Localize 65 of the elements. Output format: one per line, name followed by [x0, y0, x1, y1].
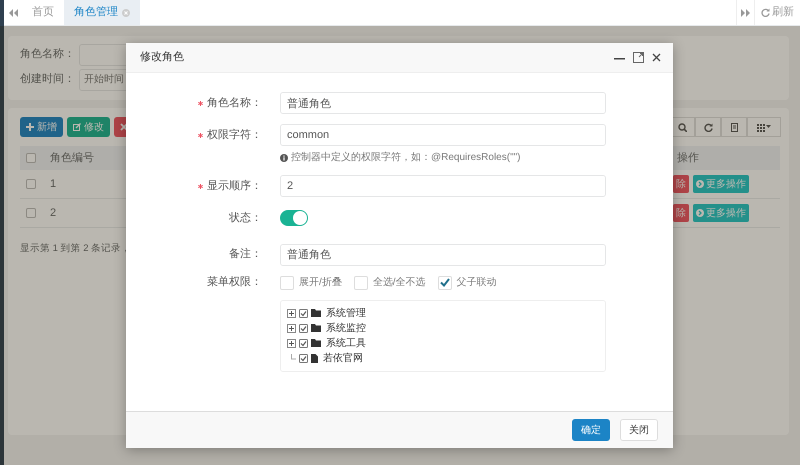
close-icon[interactable] [652, 53, 661, 62]
field-label: 菜单权限： [207, 275, 262, 290]
help-text: 控制器中定义的权限字符，如：@RequiresRoles("") [291, 150, 520, 165]
checkbox[interactable] [299, 338, 308, 348]
text-field[interactable]: 普通角色 [280, 244, 606, 266]
expand-icon[interactable] [287, 324, 296, 332]
refresh-button[interactable]: 刷新 [754, 0, 800, 25]
maximize-icon[interactable] [633, 52, 644, 63]
checkbox-label: 父子联动 [456, 276, 497, 290]
page-tab[interactable]: 首页 [22, 0, 64, 25]
caret-icon [766, 125, 772, 129]
scroll-left-icon[interactable] [8, 8, 18, 16]
field-label: 显示顺序： [207, 178, 262, 194]
checkbox[interactable] [299, 308, 308, 318]
plus-icon [26, 123, 34, 131]
checkbox-label: 全选/全不选 [372, 276, 426, 290]
column-header: 角色编号 [50, 152, 94, 164]
checkbox-label: 展开/折叠 [299, 276, 342, 290]
add-button[interactable]: 新增 [20, 117, 63, 137]
scroll-right-icon[interactable] [741, 8, 750, 16]
dialog-title: 修改角色 [140, 50, 184, 66]
expand-icon[interactable] [287, 308, 296, 318]
info-icon [280, 154, 288, 162]
checkmark-icon [440, 278, 450, 287]
refresh-icon[interactable] [704, 122, 712, 132]
text-field[interactable]: 普通角色 [280, 92, 606, 114]
field-label: 备注： [229, 246, 262, 262]
checkbox[interactable] [26, 208, 36, 218]
field-label: 角色名称： [207, 96, 262, 111]
delete-button[interactable]: 除 [673, 204, 689, 222]
table-cell: 1 [50, 178, 56, 190]
column-header: 操作 [677, 152, 699, 164]
chevron-circle-icon [696, 180, 704, 188]
tree-node-label[interactable]: 系统监控 [326, 320, 366, 336]
field-label: 角色名称： [20, 47, 75, 62]
delete-button[interactable]: 除 [673, 175, 689, 193]
close-button[interactable]: 关闭 [620, 419, 658, 441]
field-label: 创建时间： [20, 72, 75, 88]
expand-icon[interactable] [287, 338, 296, 348]
text-field[interactable]: common [280, 124, 606, 146]
checkbox[interactable] [26, 153, 36, 163]
checkbox[interactable] [299, 324, 308, 332]
required-icon [198, 184, 203, 188]
checkbox[interactable] [299, 354, 308, 362]
page-tab[interactable]: 角色管理 [64, 0, 140, 25]
tree-node-label[interactable]: 系统工具 [326, 336, 366, 350]
grid-icon[interactable] [756, 122, 766, 132]
tree-node-label[interactable]: 系统管理 [326, 306, 366, 320]
confirm-button[interactable]: 确定 [572, 419, 610, 441]
toggle-switch[interactable] [280, 210, 308, 226]
tree-node-label[interactable]: 若依官网 [323, 350, 363, 366]
required-icon [198, 100, 203, 106]
table-cell: 2 [50, 206, 56, 219]
search-icon[interactable] [678, 122, 686, 132]
edit-icon [73, 123, 81, 131]
columns-icon[interactable] [730, 122, 738, 132]
text-field[interactable]: 2 [280, 175, 606, 197]
required-icon [198, 132, 203, 138]
edit-button[interactable]: 修改 [67, 117, 110, 137]
field-label: 权限字符： [207, 128, 262, 143]
field-label: 状态： [229, 210, 262, 226]
file-icon [311, 354, 318, 362]
chevron-circle-icon [696, 209, 704, 217]
refresh-icon [761, 8, 770, 17]
checkbox[interactable] [26, 179, 36, 189]
